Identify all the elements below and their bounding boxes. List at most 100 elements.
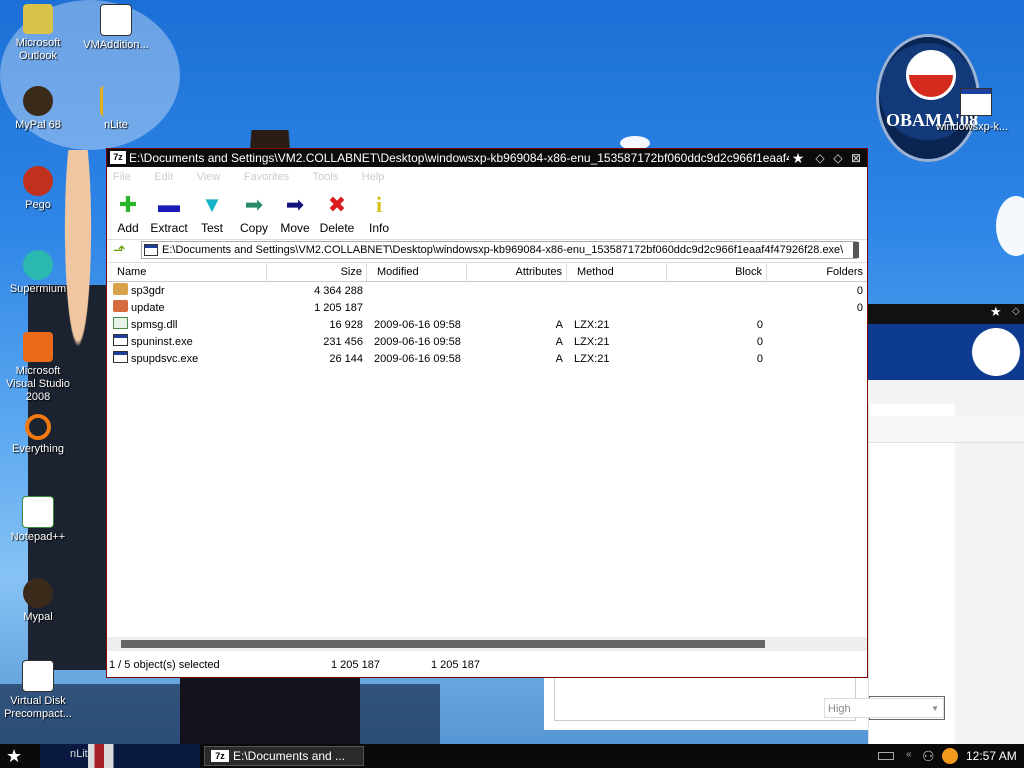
desktop-icon-label: nLite xyxy=(104,119,128,131)
menu-favorites[interactable]: Favorites xyxy=(244,167,289,187)
7zip-app-icon[interactable]: 7z xyxy=(110,151,126,164)
priority-select[interactable]: High ▼ xyxy=(824,698,944,718)
table-row[interactable]: spuninst.exe 231 456 2009-06-16 09:58 A … xyxy=(107,334,867,351)
menu-tools[interactable]: Tools xyxy=(313,167,339,187)
desktop-icon-label: Microsoft Visual Studio 2008 xyxy=(5,365,70,403)
extract-button[interactable]: ▬ Extract xyxy=(149,193,189,237)
row-size: 231 456 xyxy=(323,336,363,348)
table-row[interactable]: sp3gdr 4 364 288 0 xyxy=(107,283,867,300)
delete-button-label: Delete xyxy=(319,221,355,235)
quick-launch[interactable]: nLite xyxy=(40,744,200,768)
desktop-icon-pego[interactable]: Pego xyxy=(0,166,76,212)
copy-icon: ➡ xyxy=(244,192,264,217)
folder-icon xyxy=(113,283,128,295)
info-icon: i xyxy=(375,192,383,217)
window-file-icon[interactable] xyxy=(960,88,992,116)
row-name: spmsg.dll xyxy=(131,319,178,331)
address-path: E:\Documents and Settings\VM2.COLLABNET\… xyxy=(162,244,844,256)
minimize-icon[interactable]: ◇ xyxy=(811,149,829,167)
desktop-icon-label: Pego xyxy=(25,199,51,211)
desktop-icon-mypal[interactable]: Mypal xyxy=(0,578,76,624)
menu-file[interactable]: File xyxy=(113,167,131,187)
desktop-icon-nlite[interactable]: nLite xyxy=(78,86,154,132)
chevron-down-icon: ▼ xyxy=(931,704,939,713)
add-icon: ✚ xyxy=(118,192,138,217)
desktop-icon-outlook[interactable]: Microsoft Outlook xyxy=(0,4,76,63)
status-bar: 1 / 5 object(s) selected 1 205 187 1 205… xyxy=(107,655,867,675)
horizontal-scrollbar[interactable] xyxy=(107,637,867,651)
star-icon[interactable]: ★ xyxy=(789,149,807,167)
start-star-icon[interactable]: ★ xyxy=(6,746,28,766)
extract-button-label: Extract xyxy=(150,221,188,235)
star-icon[interactable]: ★ xyxy=(990,305,1002,320)
visual-studio-icon xyxy=(23,332,53,362)
column-header-folders[interactable]: Folders xyxy=(767,263,867,281)
virtual-disk-icon xyxy=(22,660,54,692)
row-size: 16 928 xyxy=(329,319,363,331)
address-input[interactable]: E:\Documents and Settings\VM2.COLLABNET\… xyxy=(141,241,857,259)
menu-help[interactable]: Help xyxy=(362,167,385,187)
diamond-icon[interactable]: ◇ xyxy=(1012,306,1020,317)
desktop-icon-label: Mypal xyxy=(23,611,53,623)
column-header-block[interactable]: Block xyxy=(667,263,767,281)
firefox-tray-icon[interactable] xyxy=(942,748,958,764)
maximize-icon[interactable]: ◇ xyxy=(829,149,847,167)
column-header-size[interactable]: Size xyxy=(267,263,367,281)
vm-additions-icon xyxy=(100,4,132,36)
network-icon[interactable]: ⚇ xyxy=(922,748,935,765)
supermium-icon xyxy=(23,250,53,280)
row-method: LZX:21 xyxy=(574,336,610,348)
desktop-icon-virtual-disk[interactable]: Virtual Disk Precompact... xyxy=(0,660,76,721)
desktop-icon-visual-studio[interactable]: Microsoft Visual Studio 2008 xyxy=(0,332,76,404)
desktop-icon-mypal68[interactable]: MyPal 68 xyxy=(0,86,76,132)
scrollbar-thumb[interactable] xyxy=(121,640,765,648)
desktop-icon-label: Microsoft Outlook xyxy=(15,37,61,62)
folder-up-icon[interactable]: ⬏ xyxy=(113,242,129,258)
move-button[interactable]: ➡ Move xyxy=(279,193,311,237)
7zip-app-icon: 7z xyxy=(211,750,229,762)
table-row[interactable]: spmsg.dll 16 928 2009-06-16 09:58 A LZX:… xyxy=(107,317,867,334)
clock[interactable]: 12:57 AM xyxy=(966,744,1017,768)
file-list: sp3gdr 4 364 288 0 update 1 205 187 0 sp… xyxy=(107,283,867,633)
keyboard-icon[interactable] xyxy=(878,752,894,760)
row-attributes: A xyxy=(555,353,563,365)
row-modified: 2009-06-16 09:58 xyxy=(374,336,461,348)
table-row[interactable]: update 1 205 187 0 xyxy=(107,300,867,317)
desktop-icon-vmadditions[interactable]: VMAddition... xyxy=(78,4,154,52)
status-selection: 1 / 5 object(s) selected xyxy=(109,659,220,671)
desktop-icon-supermium[interactable]: Supermium xyxy=(0,250,76,296)
add-button-label: Add xyxy=(117,221,139,235)
swirl-logo-icon xyxy=(972,328,1020,376)
delete-button[interactable]: ✖ Delete xyxy=(319,193,355,237)
column-header-method[interactable]: Method xyxy=(567,263,667,281)
column-header-attributes[interactable]: Attributes xyxy=(467,263,567,281)
window-titlebar[interactable]: 7z E:\Documents and Settings\VM2.COLLABN… xyxy=(107,149,867,167)
row-block: 0 xyxy=(756,353,763,365)
info-button[interactable]: i Info xyxy=(365,193,393,237)
column-header-modified[interactable]: Modified xyxy=(367,263,467,281)
desktop-icon-notepadpp[interactable]: Notepad++ xyxy=(0,496,76,544)
desktop-icon-everything[interactable]: Everything xyxy=(0,414,76,456)
row-name: sp3gdr xyxy=(131,285,165,297)
menu-edit[interactable]: Edit xyxy=(154,167,173,187)
row-attributes: A xyxy=(555,336,563,348)
info-button-label: Info xyxy=(368,221,389,235)
test-button[interactable]: ▼ Test xyxy=(197,193,227,237)
address-dropdown-button[interactable] xyxy=(853,242,859,258)
desktop-icon-label: Virtual Disk Precompact... xyxy=(4,695,72,720)
background-window: ★ ◇ xyxy=(868,304,1024,744)
desktop-icon-label: windowsxp-k... xyxy=(936,121,1009,133)
menu-view[interactable]: View xyxy=(197,167,221,187)
add-button[interactable]: ✚ Add xyxy=(113,193,143,237)
copy-button[interactable]: ➡ Copy xyxy=(237,193,271,237)
table-row[interactable]: spupdsvc.exe 26 144 2009-06-16 09:58 A L… xyxy=(107,351,867,368)
chevron-icon[interactable]: « xyxy=(906,749,912,760)
column-header-name[interactable]: Name xyxy=(107,263,267,281)
copy-button-label: Copy xyxy=(239,221,268,235)
close-icon[interactable]: ⊠ xyxy=(847,149,865,167)
nlite-icon xyxy=(99,86,133,116)
exe-file-icon xyxy=(113,334,128,346)
row-name: update xyxy=(131,302,165,314)
priority-select-value: High xyxy=(828,703,851,715)
taskbar-button-7zip[interactable]: 7z E:\Documents and ... xyxy=(204,746,364,766)
